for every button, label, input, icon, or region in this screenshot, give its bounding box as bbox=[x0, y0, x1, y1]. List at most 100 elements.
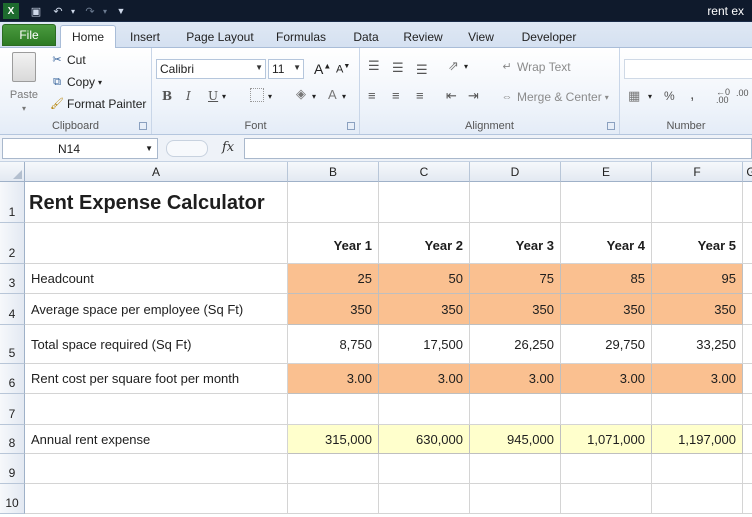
value-cell[interactable]: 17,500 bbox=[379, 325, 470, 364]
undo-icon[interactable]: ↶ bbox=[50, 3, 66, 19]
increase-decimal-icon[interactable]: ←0.00 bbox=[716, 88, 730, 105]
row-header-3[interactable]: 3 bbox=[0, 264, 25, 294]
cell[interactable] bbox=[470, 454, 561, 484]
cell[interactable] bbox=[743, 454, 752, 484]
cell[interactable] bbox=[743, 325, 752, 364]
cell[interactable] bbox=[743, 484, 752, 514]
year-header[interactable]: Year 2 bbox=[379, 223, 470, 264]
redo-icon[interactable]: ↷ bbox=[82, 3, 98, 19]
cell[interactable] bbox=[743, 264, 752, 294]
row-header-10[interactable]: 10 bbox=[0, 484, 25, 514]
save-icon[interactable]: ▣ bbox=[28, 3, 44, 19]
cell[interactable] bbox=[470, 182, 561, 223]
underline-dropdown-icon[interactable]: ▾ bbox=[222, 92, 226, 101]
orientation-icon[interactable]: ⇗ bbox=[448, 58, 459, 74]
cell[interactable] bbox=[379, 484, 470, 514]
value-cell[interactable]: 95 bbox=[652, 264, 743, 294]
cell[interactable] bbox=[288, 182, 379, 223]
cell[interactable] bbox=[743, 394, 752, 425]
tab-page-layout[interactable]: Page Layout bbox=[180, 26, 260, 48]
year-header[interactable]: Year 5 bbox=[652, 223, 743, 264]
tab-home[interactable]: Home bbox=[60, 25, 116, 48]
row-header-2[interactable]: 2 bbox=[0, 223, 25, 264]
cell[interactable] bbox=[379, 394, 470, 425]
cell[interactable] bbox=[470, 484, 561, 514]
currency-dropdown-icon[interactable]: ▾ bbox=[648, 92, 652, 101]
row-header-9[interactable]: 9 bbox=[0, 454, 25, 484]
row-label[interactable]: Annual rent expense bbox=[25, 425, 288, 454]
value-cell[interactable]: 350 bbox=[561, 294, 652, 325]
wrap-text-button[interactable]: ↵ Wrap Text bbox=[500, 60, 570, 74]
row-header-4[interactable]: 4 bbox=[0, 294, 25, 325]
column-header-a[interactable]: A bbox=[25, 162, 288, 182]
number-format-combo[interactable] bbox=[624, 59, 752, 79]
column-header-b[interactable]: B bbox=[288, 162, 379, 182]
year-header[interactable]: Year 3 bbox=[470, 223, 561, 264]
format-painter-button[interactable]: 🖌 Format Painter bbox=[50, 97, 146, 111]
decrease-indent-icon[interactable]: ⇤ bbox=[446, 88, 457, 104]
cell[interactable] bbox=[652, 484, 743, 514]
font-size-combo[interactable]: 11 ▼ bbox=[268, 59, 304, 79]
formula-input[interactable] bbox=[244, 138, 752, 159]
value-cell[interactable]: 26,250 bbox=[470, 325, 561, 364]
borders-icon[interactable] bbox=[250, 88, 264, 102]
cell[interactable] bbox=[25, 394, 288, 425]
column-header-g[interactable]: G bbox=[743, 162, 752, 182]
currency-icon[interactable]: ▦ bbox=[628, 88, 640, 104]
decrease-decimal-icon[interactable]: .00 bbox=[736, 88, 749, 98]
value-cell[interactable]: 1,197,000 bbox=[652, 425, 743, 454]
merge-center-button[interactable]: ⇔ Merge & Center ▾ bbox=[500, 90, 609, 104]
alignment-dialog-launcher[interactable] bbox=[607, 122, 615, 130]
value-cell[interactable]: 350 bbox=[288, 294, 379, 325]
increase-indent-icon[interactable]: ⇥ bbox=[468, 88, 479, 104]
value-cell[interactable]: 3.00 bbox=[288, 364, 379, 394]
italic-button[interactable]: I bbox=[186, 89, 191, 103]
value-cell[interactable]: 630,000 bbox=[379, 425, 470, 454]
paste-button[interactable]: Paste ▾ bbox=[8, 52, 40, 113]
cell[interactable] bbox=[743, 182, 752, 223]
underline-button[interactable]: U bbox=[208, 89, 218, 103]
tab-developer[interactable]: Developer bbox=[514, 26, 584, 48]
insert-function-icon[interactable]: fx bbox=[222, 140, 234, 155]
row-header-5[interactable]: 5 bbox=[0, 325, 25, 364]
align-left-icon[interactable]: ≡ bbox=[368, 88, 376, 103]
cell[interactable] bbox=[470, 394, 561, 425]
tab-data[interactable]: Data bbox=[344, 26, 388, 48]
cell[interactable] bbox=[652, 182, 743, 223]
tab-file[interactable]: File bbox=[2, 24, 56, 46]
value-cell[interactable]: 350 bbox=[379, 294, 470, 325]
year-header[interactable]: Year 1 bbox=[288, 223, 379, 264]
copy-button[interactable]: ⧉ Copy ▾ bbox=[50, 75, 102, 89]
cell[interactable] bbox=[743, 294, 752, 325]
cut-button[interactable]: ✂ Cut bbox=[50, 53, 85, 67]
sheet-title[interactable]: Rent Expense Calculator bbox=[25, 182, 288, 223]
cell[interactable] bbox=[743, 364, 752, 394]
tab-formulas[interactable]: Formulas bbox=[270, 26, 332, 48]
align-right-icon[interactable]: ≡ bbox=[416, 88, 424, 103]
bold-button[interactable]: B bbox=[162, 89, 172, 103]
cell[interactable] bbox=[743, 223, 752, 264]
shrink-font-button[interactable]: A▼ bbox=[336, 63, 350, 76]
top-align-icon[interactable]: ☰ bbox=[368, 58, 380, 74]
percent-button[interactable]: % bbox=[664, 89, 675, 103]
comma-button[interactable]: , bbox=[690, 86, 694, 104]
tab-insert[interactable]: Insert bbox=[122, 26, 168, 48]
cell[interactable] bbox=[379, 454, 470, 484]
cell[interactable] bbox=[652, 454, 743, 484]
cell[interactable] bbox=[25, 454, 288, 484]
row-label[interactable]: Total space required (Sq Ft) bbox=[25, 325, 288, 364]
column-header-d[interactable]: D bbox=[470, 162, 561, 182]
row-header-7[interactable]: 7 bbox=[0, 394, 25, 425]
cell[interactable] bbox=[25, 484, 288, 514]
bottom-align-icon[interactable]: ☰ bbox=[416, 62, 428, 78]
value-cell[interactable]: 75 bbox=[470, 264, 561, 294]
value-cell[interactable]: 85 bbox=[561, 264, 652, 294]
column-header-f[interactable]: F bbox=[652, 162, 743, 182]
value-cell[interactable]: 3.00 bbox=[470, 364, 561, 394]
column-header-e[interactable]: E bbox=[561, 162, 652, 182]
cell[interactable] bbox=[379, 182, 470, 223]
row-label[interactable]: Rent cost per square foot per month bbox=[25, 364, 288, 394]
grow-font-button[interactable]: A▲ bbox=[314, 61, 331, 77]
cell[interactable] bbox=[652, 394, 743, 425]
select-all-corner[interactable] bbox=[0, 162, 25, 182]
